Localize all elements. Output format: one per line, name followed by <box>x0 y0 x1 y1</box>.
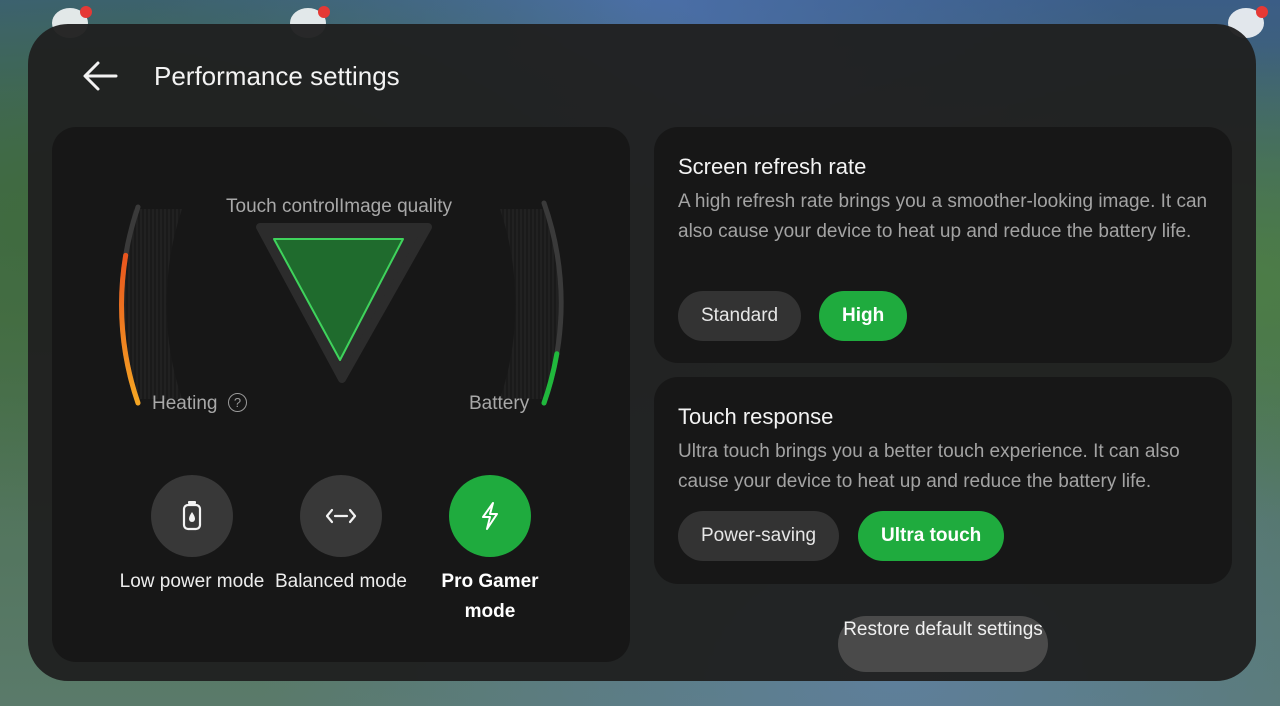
touch-response-card: Touch response Ultra touch brings you a … <box>654 377 1232 584</box>
refresh-rate-description: A high refresh rate brings you a smoothe… <box>678 191 1208 242</box>
back-arrow-icon <box>83 61 118 91</box>
restore-default-settings-button[interactable]: Restore default settings <box>838 616 1048 672</box>
refresh-high-option[interactable]: High <box>819 291 908 341</box>
touch-response-title: Touch response <box>678 404 834 429</box>
low-power-mode-button[interactable]: Low power mode <box>117 475 267 597</box>
mode-circle <box>449 475 531 557</box>
heating-label: Heating <box>152 393 218 414</box>
pro-gamer-mode-button[interactable]: Pro Gamer mode <box>415 475 565 627</box>
back-button[interactable] <box>78 58 122 94</box>
help-icon[interactable]: ? <box>228 393 247 412</box>
refresh-standard-option[interactable]: Standard <box>678 291 802 341</box>
performance-settings-panel: Performance settings Touch controlImage … <box>28 24 1256 681</box>
touch-power-saving-option[interactable]: Power-saving <box>678 511 840 561</box>
touch-response-description: Ultra touch brings you a better touch ex… <box>678 441 1180 492</box>
battery-icon <box>182 501 202 531</box>
balanced-mode-button[interactable]: Balanced mode <box>266 475 416 597</box>
balance-arrows-icon <box>325 508 357 524</box>
touch-ultra-option[interactable]: Ultra touch <box>858 511 1005 561</box>
battery-label: Battery <box>469 393 530 414</box>
mode-label: Balanced mode <box>274 571 408 592</box>
mode-card: Touch controlImage quality Heating ? Bat… <box>52 127 630 662</box>
mode-label: Pro Gamer mode <box>441 571 539 622</box>
mode-circle <box>300 475 382 557</box>
mode-label: Low power mode <box>119 571 265 592</box>
mode-circle <box>151 475 233 557</box>
page-title: Performance settings <box>154 61 400 91</box>
refresh-rate-card: Screen refresh rate A high refresh rate … <box>654 127 1232 363</box>
touch-control-image-quality-label: Touch controlImage quality <box>226 196 453 217</box>
refresh-rate-title: Screen refresh rate <box>678 154 867 179</box>
lightning-icon <box>482 502 498 530</box>
performance-gauge <box>119 200 564 406</box>
